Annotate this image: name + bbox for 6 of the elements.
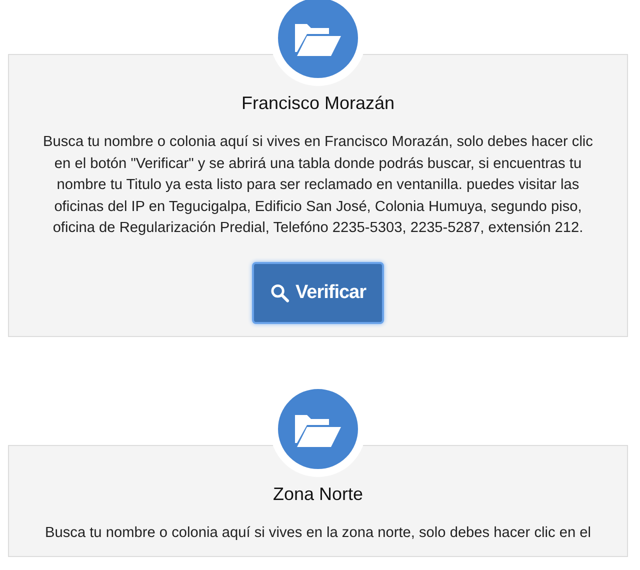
card-title: Zona Norte xyxy=(272,484,364,504)
search-icon xyxy=(270,282,290,302)
card-description: Busca tu nombre o colonia aquí si vives en la zona norte, solo debes hacer clic en el xyxy=(45,524,591,542)
verify-button[interactable]: Verificar xyxy=(252,262,384,324)
card-description: Busca tu nombre o colonia aquí si vives en Francisco Morazán, solo debes hacer clic en el botón "Verificar" y se abrirá una tabla donde podrás buscar, si encuentras tu nombre tu Titulo ya esta listo para ser reclamado en ventanilla. puedes visitar las oficinas del IP en Tegucigalpa, Edificio San José, Colonia Humuya, segundo piso, oficina de Regularización Predial, Telefóno 2235-5303, 2235-5287, extensión 212. xyxy=(42,133,594,238)
card-title: Francisco Morazán xyxy=(241,93,395,114)
